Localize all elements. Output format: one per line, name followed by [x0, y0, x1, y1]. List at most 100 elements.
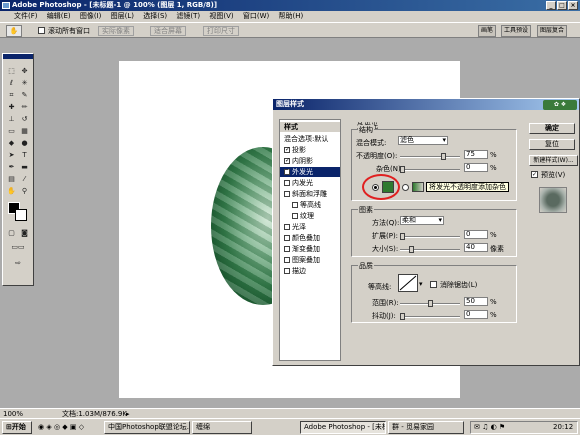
menu-image[interactable]: 图像(I) — [80, 12, 102, 20]
lasso-tool-icon[interactable]: ℓ — [6, 78, 17, 88]
eyedropper-tool-icon[interactable]: ⁄ — [19, 174, 30, 184]
blend-mode-select[interactable]: 滤色 ▾ — [398, 136, 448, 145]
type-tool-icon[interactable]: T — [19, 150, 30, 160]
style-item[interactable]: ✓ 外发光 — [280, 167, 340, 177]
noise-input[interactable]: 0 — [464, 163, 488, 172]
move-tool-icon[interactable]: ✥ — [19, 66, 30, 76]
opacity-slider-thumb[interactable] — [441, 153, 446, 160]
pen-tool-icon[interactable]: ✒ — [6, 162, 17, 172]
style-checkbox[interactable]: ✓ — [284, 147, 290, 153]
style-checkbox[interactable] — [292, 202, 298, 208]
maximize-button[interactable]: □ — [557, 1, 567, 10]
taskbar-item-photoshop[interactable]: Adobe Photoshop - [未标... — [300, 421, 386, 434]
screen-mode-icon[interactable]: ▭▭ — [6, 242, 30, 252]
ok-button[interactable]: 确定 — [529, 123, 575, 134]
style-item[interactable]: 图案叠加 — [280, 255, 340, 265]
style-checkbox[interactable] — [284, 268, 290, 274]
magic-wand-tool-icon[interactable]: ✳ — [19, 78, 30, 88]
dodge-tool-icon[interactable]: ● — [19, 138, 30, 148]
background-color-swatch[interactable] — [15, 209, 27, 221]
style-item[interactable]: 渐变叠加 — [280, 244, 340, 254]
brush-tool-icon[interactable]: ✏ — [19, 102, 30, 112]
style-checkbox[interactable]: ✓ — [284, 158, 290, 164]
taskbar-item-forum[interactable]: 中国Photoshop联盟论坛... — [104, 421, 190, 434]
jitter-slider-thumb[interactable] — [400, 313, 405, 320]
layer-comps-well-tab[interactable]: 图层复合 — [537, 25, 568, 37]
style-checkbox[interactable] — [284, 191, 290, 197]
style-item[interactable]: ✓ 投影 — [280, 145, 340, 155]
style-checkbox[interactable] — [292, 213, 298, 219]
range-slider[interactable] — [400, 300, 460, 307]
clone-stamp-tool-icon[interactable]: ⊥ — [6, 114, 17, 124]
style-item[interactable]: 混合选项:默认 — [280, 134, 340, 144]
style-checkbox[interactable]: ✓ — [284, 169, 290, 175]
menu-help[interactable]: 帮助(H) — [278, 12, 303, 20]
gradient-radio[interactable] — [402, 184, 409, 191]
anti-alias-checkbox[interactable] — [430, 281, 437, 288]
style-checkbox[interactable] — [284, 246, 290, 252]
size-slider-thumb[interactable] — [409, 246, 414, 253]
style-item[interactable]: 光泽 — [280, 222, 340, 232]
path-selection-tool-icon[interactable]: ➤ — [6, 150, 17, 160]
start-button[interactable]: ⊞开始 — [2, 421, 32, 434]
opacity-input[interactable]: 75 — [464, 150, 488, 159]
dialog-title-bar[interactable]: 图层样式 — [273, 99, 579, 110]
style-item[interactable]: 内发光 — [280, 178, 340, 188]
style-item[interactable]: 颜色叠加 — [280, 233, 340, 243]
menu-filter[interactable]: 滤镜(T) — [176, 12, 200, 20]
spread-slider[interactable] — [400, 233, 460, 240]
menu-view[interactable]: 视图(V) — [209, 12, 233, 20]
taskbar-item-folder[interactable]: 缠绵 — [192, 421, 252, 434]
fit-screen-button[interactable]: 适合屏幕 — [150, 26, 186, 36]
shape-tool-icon[interactable]: ▬ — [19, 162, 30, 172]
taskbar-item-qq-group[interactable]: 群 - 觅易家园 — [388, 421, 464, 434]
zoom-tool-icon[interactable]: ⚲ — [19, 186, 30, 196]
actual-pixels-button[interactable]: 实际像素 — [98, 26, 134, 36]
toolbox-grip[interactable] — [3, 54, 33, 59]
style-checkbox[interactable] — [284, 257, 290, 263]
style-item[interactable]: 斜面和浮雕 — [280, 189, 340, 199]
jitter-input[interactable]: 0 — [464, 310, 488, 319]
reset-button[interactable]: 复位 — [529, 139, 575, 150]
quick-launch-icons[interactable]: ◉ ◈ ◎ ◆ ▣ ◇ — [38, 423, 84, 431]
menu-edit[interactable]: 编辑(E) — [47, 12, 71, 20]
blur-tool-icon[interactable]: ◆ — [6, 138, 17, 148]
tool-presets-well-tab[interactable]: 工具预设 — [501, 25, 532, 37]
noise-slider[interactable] — [400, 166, 460, 173]
hand-tool-preset-icon[interactable]: ✋ — [6, 25, 22, 37]
eraser-tool-icon[interactable]: ▭ — [6, 126, 17, 136]
healing-brush-tool-icon[interactable]: ✚ — [6, 102, 17, 112]
jitter-slider[interactable] — [400, 313, 460, 320]
size-slider[interactable] — [400, 246, 460, 253]
close-button[interactable]: × — [568, 1, 578, 10]
crop-tool-icon[interactable]: ⌗ — [6, 90, 17, 100]
brushes-well-tab[interactable]: 画笔 — [478, 25, 497, 37]
style-checkbox[interactable] — [284, 235, 290, 241]
style-item[interactable]: 等高线 — [280, 200, 340, 210]
standard-mode-icon[interactable]: ▢ — [6, 228, 17, 238]
spread-slider-thumb[interactable] — [400, 233, 405, 240]
style-checkbox[interactable] — [284, 224, 290, 230]
size-input[interactable]: 40 — [464, 243, 488, 252]
gradient-tool-icon[interactable]: ▦ — [19, 126, 30, 136]
menu-window[interactable]: 窗口(W) — [243, 12, 269, 20]
preview-checkbox[interactable]: ✓ — [531, 171, 538, 178]
minimize-button[interactable]: _ — [546, 1, 556, 10]
style-item[interactable]: 纹理 — [280, 211, 340, 221]
new-style-button[interactable]: 新建样式(W)... — [529, 155, 578, 166]
chevron-down-icon[interactable]: ▾ — [419, 280, 423, 288]
gradient-swatch[interactable] — [412, 182, 424, 192]
marquee-tool-icon[interactable]: ⬚ — [6, 66, 17, 76]
tray-icons[interactable]: ✉ ♫ ◐ ⚑ — [474, 423, 505, 431]
notes-tool-icon[interactable]: ▤ — [6, 174, 17, 184]
menu-layer[interactable]: 图层(L) — [111, 12, 134, 20]
style-checkbox[interactable] — [284, 180, 290, 186]
style-item[interactable]: 描边 — [280, 266, 340, 276]
slice-tool-icon[interactable]: ✎ — [19, 90, 30, 100]
range-slider-thumb[interactable] — [428, 300, 433, 307]
jump-to-imageready-icon[interactable]: ⇨ — [6, 258, 30, 268]
style-item[interactable]: ✓ 内阴影 — [280, 156, 340, 166]
opacity-slider[interactable] — [400, 153, 460, 160]
contour-picker[interactable] — [398, 274, 418, 292]
range-input[interactable]: 50 — [464, 297, 488, 306]
